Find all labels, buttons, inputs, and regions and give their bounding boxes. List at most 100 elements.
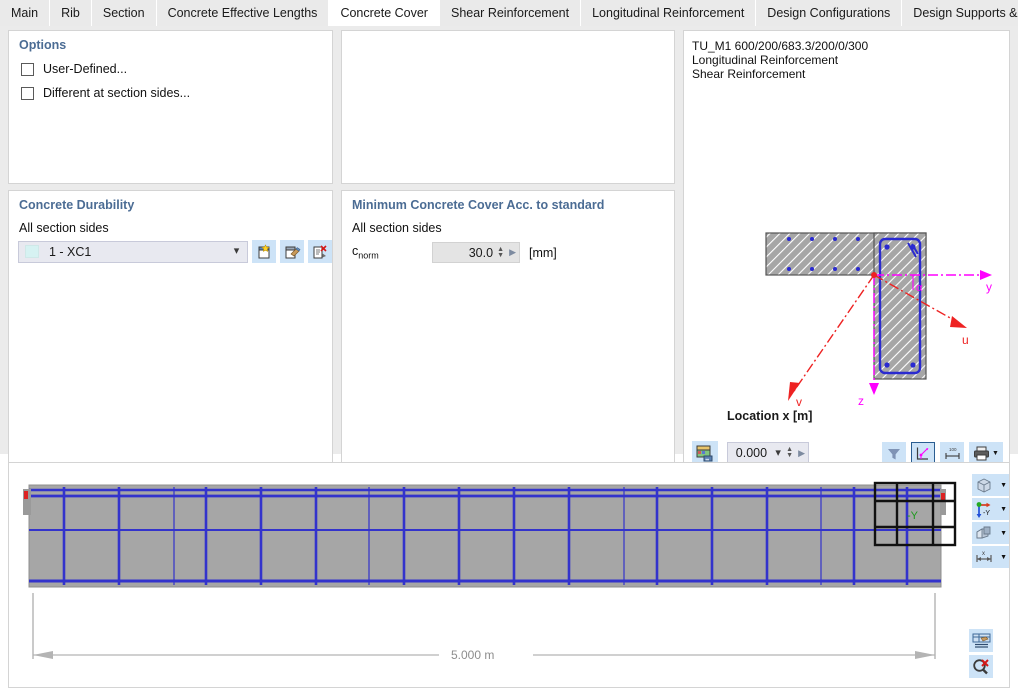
axis-tripod-icon: -Y <box>975 501 995 518</box>
tab-concrete-effective-lengths[interactable]: Concrete Effective Lengths <box>156 0 330 26</box>
concrete-durability-title: Concrete Durability <box>19 198 135 212</box>
table-results-icon <box>972 632 991 649</box>
view-direction-button[interactable]: -Y ▼ <box>972 498 1009 520</box>
cube-icon <box>975 477 993 493</box>
concrete-durability-panel: Concrete Durability All section sides 1 … <box>8 190 333 480</box>
different-at-section-sides-label: Different at section sides... <box>43 86 191 100</box>
svg-text:x: x <box>982 551 985 557</box>
empty-top-panel <box>341 30 675 184</box>
render-mode-dropdown-icon[interactable]: ▼ <box>1000 530 1007 537</box>
clear-selection-button[interactable] <box>969 655 993 678</box>
delete-exposure-class-button[interactable] <box>308 240 332 263</box>
rebar-dot <box>910 362 916 368</box>
magnifier-clear-icon <box>972 658 991 675</box>
view-mode-button[interactable]: ▼ <box>972 474 1009 496</box>
beam-drawing[interactable]: -Y 5.000 m <box>9 463 969 687</box>
different-at-section-sides-checkbox[interactable] <box>21 86 34 100</box>
shaded-box-icon <box>975 525 993 541</box>
view-mode-dropdown-icon[interactable]: ▼ <box>1000 482 1007 489</box>
tab-concrete-cover[interactable]: Concrete Cover <box>329 0 440 26</box>
location-more-icon[interactable]: ▶ <box>796 448 805 459</box>
dimension-mode-button[interactable]: x ▼ <box>972 546 1009 568</box>
tab-main[interactable]: Main <box>0 0 51 26</box>
beam-elevation-panel: -Y 5.000 m ▼ -Y ▼ ▼ x ▼ <box>8 462 1010 688</box>
tab-section[interactable]: Section <box>91 0 157 26</box>
svg-text:100: 100 <box>949 447 957 452</box>
rebar-dot <box>833 237 837 241</box>
cnorm-more-icon[interactable]: ▶ <box>507 247 516 258</box>
tab-design-supports-deflection[interactable]: Design Supports & Deflection <box>902 0 1018 26</box>
beam-left-support-marker <box>24 491 28 499</box>
axis-y-label: y <box>986 280 992 294</box>
render-mode-button[interactable]: ▼ <box>972 522 1009 544</box>
cnorm-label: cnorm <box>352 244 432 261</box>
tab-design-configurations[interactable]: Design Configurations <box>756 0 903 26</box>
location-x-input[interactable]: 0.000 ▾ ▲ ▼ ▶ <box>727 442 809 464</box>
section-marker-label: -Y <box>907 510 919 522</box>
cnorm-unit: [mm] <box>529 245 557 260</box>
durability-control-row: 1 - XC1 ▾ <box>9 235 332 263</box>
rebar-dot <box>884 244 890 250</box>
section-info-line-1: TU_M1 600/200/683.3/200/0/300 <box>692 39 869 53</box>
rebar-dot <box>910 244 916 250</box>
section-axes-icon <box>915 446 931 461</box>
delete-document-icon <box>312 244 329 260</box>
tab-longitudinal-reinforcement[interactable]: Longitudinal Reinforcement <box>581 0 757 26</box>
spinner-down-icon[interactable]: ▼ <box>496 252 505 259</box>
angle-alpha-label: α <box>916 282 923 294</box>
edit-exposure-class-button[interactable] <box>280 240 305 263</box>
axis-v-label: v <box>796 395 802 409</box>
cnorm-input[interactable]: 30.0 ▲ ▼ ▶ <box>432 242 520 263</box>
dimension-icon: 100 <box>944 446 961 461</box>
rebar-dot <box>787 237 791 241</box>
rebar-dot <box>810 237 814 241</box>
axis-u-arrow <box>950 316 967 328</box>
beam-right-support-marker <box>941 493 945 501</box>
upper-region: Options User-Defined... Different at sec… <box>0 26 1018 480</box>
new-exposure-class-button[interactable] <box>252 240 277 263</box>
options-panel-title: Options <box>19 38 67 52</box>
image-render-icon <box>696 445 714 462</box>
minimum-concrete-cover-panel: Minimum Concrete Cover Acc. to standard … <box>341 190 675 480</box>
beam-concrete-body <box>28 484 942 588</box>
section-info-line-2: Longitudinal Reinforcement <box>692 53 839 67</box>
rebar-dot <box>787 267 791 271</box>
exposure-class-value: 1 - XC1 <box>49 244 92 259</box>
checkbox-row-user-defined[interactable]: User-Defined... <box>9 62 332 76</box>
rebar-dot <box>833 267 837 271</box>
checkbox-row-different-sides[interactable]: Different at section sides... <box>9 86 332 100</box>
tab-bar: Main Rib Section Concrete Effective Leng… <box>0 0 1018 26</box>
location-spinner[interactable]: ▲ ▼ <box>785 446 794 459</box>
dimension-mode-dropdown-icon[interactable]: ▼ <box>1000 554 1007 561</box>
rebar-dot <box>856 267 860 271</box>
spinner-down-icon[interactable]: ▼ <box>785 452 794 459</box>
minimum-concrete-cover-title: Minimum Concrete Cover Acc. to standard <box>352 198 605 212</box>
user-defined-checkbox[interactable] <box>21 62 34 76</box>
axis-z-label: z <box>858 394 864 408</box>
cross-section-drawing[interactable]: y z u v α <box>684 91 1009 431</box>
section-info-text: TU_M1 600/200/683.3/200/0/300 Longitudin… <box>684 31 1009 81</box>
location-x-value: 0.000 <box>735 446 768 460</box>
cnorm-spinner[interactable]: ▲ ▼ <box>496 246 505 259</box>
axis-v-line <box>793 274 875 392</box>
axis-y-arrow <box>980 270 992 280</box>
axis-z-arrow <box>869 383 879 395</box>
measure-icon: x <box>975 549 995 565</box>
chevron-down-icon[interactable]: ▾ <box>229 246 243 257</box>
view-direction-dropdown-icon[interactable]: ▼ <box>1000 506 1007 513</box>
cnorm-row: cnorm 30.0 ▲ ▼ ▶ [mm] <box>342 235 674 263</box>
exposure-class-combobox[interactable]: 1 - XC1 ▾ <box>18 240 249 263</box>
location-x-label: Location x [m] <box>727 409 813 423</box>
cnorm-value: 30.0 <box>468 245 494 260</box>
location-chevron-down-icon[interactable]: ▾ <box>771 447 785 459</box>
tab-rib[interactable]: Rib <box>50 0 92 26</box>
section-info-line-3: Shear Reinforcement <box>692 67 806 81</box>
centroid-marker <box>871 272 877 278</box>
tab-shear-reinforcement[interactable]: Shear Reinforcement <box>439 0 582 26</box>
edit-document-icon <box>284 244 301 260</box>
dimension-block: 5.000 m <box>32 593 936 662</box>
print-dropdown-icon[interactable]: ▼ <box>992 450 999 457</box>
beam-dimension-label: 5.000 m <box>451 648 494 662</box>
results-table-button[interactable] <box>969 629 993 652</box>
exposure-class-color-swatch <box>25 245 39 258</box>
